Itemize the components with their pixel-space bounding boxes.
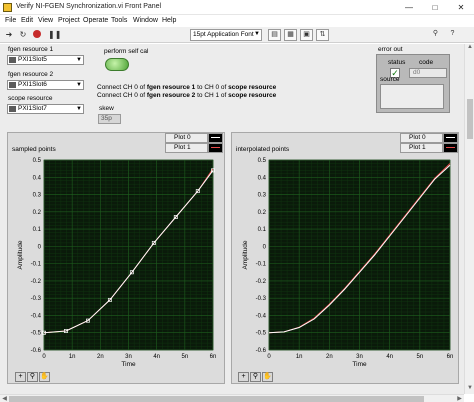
scope-resource-value: PXI1Slot7 — [18, 105, 47, 112]
instruction-line-2: Connect CH 0 of fgen resource 2 to CH 1 … — [97, 92, 276, 99]
right-graph-title: interpolated points — [236, 146, 290, 153]
left-graph-palette: + ⚲ ✋ — [15, 372, 51, 384]
pan-hand-icon[interactable]: ✋ — [39, 372, 50, 382]
instruction-text: scope resource — [228, 92, 277, 99]
perform-self-cal-label: perform self cal — [104, 48, 149, 55]
error-code-value: d0 — [413, 69, 421, 76]
pause-icon[interactable]: ❚❚ — [48, 30, 61, 40]
menu-window[interactable]: Window — [133, 17, 158, 24]
vertical-scroll-thumb[interactable] — [467, 99, 473, 139]
right-graph-palette: + ⚲ ✋ — [238, 372, 274, 384]
legend-label: Plot 1 — [409, 144, 426, 151]
scope-resource-control[interactable]: PXI1Slot7 ▼ — [7, 104, 84, 114]
menu-bar: File Edit View Project Operate Tools Win… — [0, 15, 474, 27]
help-icon[interactable]: ? — [446, 29, 459, 41]
plot-1-swatch[interactable] — [208, 143, 223, 153]
menu-help[interactable]: Help — [162, 17, 176, 24]
menu-tools[interactable]: Tools — [111, 17, 127, 24]
labview-app-icon — [3, 3, 12, 12]
instruction-text: Connect CH 0 of — [97, 84, 147, 91]
font-select-value: 15pt Application Font — [193, 31, 254, 38]
legend-label: Plot 0 — [409, 134, 426, 141]
fgen-resource-1-control[interactable]: PXI1Slot5 ▼ — [7, 55, 84, 65]
menu-view[interactable]: View — [38, 17, 53, 24]
fgen-resource-1-value: PXI1Slot5 — [18, 56, 47, 63]
title-bar: Verify NI-FGEN Synchronization.vi Front … — [0, 0, 474, 15]
legend-label: Plot 1 — [174, 144, 191, 151]
error-source-label: source — [380, 76, 400, 83]
instruction-text: Connect CH 0 of — [97, 92, 147, 99]
perform-self-cal-button[interactable] — [105, 58, 129, 71]
close-icon[interactable]: ✕ — [448, 0, 474, 15]
toolbar: ➜ ↻ ❚❚ 15pt Application Font ▼ ▤ ▦ ▣ ⇅ ⚲… — [0, 27, 474, 43]
instruction-line-1: Connect CH 0 of fgen resource 1 to CH 0 … — [97, 84, 276, 91]
plot-0-swatch[interactable] — [443, 133, 458, 143]
chevron-down-icon: ▼ — [254, 31, 260, 37]
menu-operate[interactable]: Operate — [83, 17, 108, 24]
menu-file[interactable]: File — [5, 17, 16, 24]
cursor-mode-icon[interactable]: + — [238, 372, 249, 382]
instruction-text: fgen resource 2 — [146, 92, 196, 99]
right-legend-plot-0[interactable]: Plot 0 — [400, 133, 458, 143]
align-icon[interactable]: ▤ — [268, 29, 281, 41]
cursor-mode-icon[interactable]: + — [15, 372, 26, 382]
legend-label: Plot 0 — [174, 134, 191, 141]
error-source-indicator — [380, 84, 444, 109]
vertical-scrollbar[interactable]: ▲ ▼ — [464, 44, 474, 394]
fgen-resource-1-label: fgen resource 1 — [8, 46, 54, 53]
instruction-text: to CH 0 of — [195, 84, 229, 91]
scroll-up-icon[interactable]: ▲ — [465, 44, 474, 53]
instruction-text: to CH 1 of — [195, 92, 229, 99]
search-icon[interactable]: ⚲ — [429, 29, 442, 41]
right-legend-plot-1[interactable]: Plot 1 — [400, 143, 458, 153]
instruction-text: fgen resource 1 — [146, 84, 196, 91]
chevron-down-icon: ▼ — [76, 82, 82, 88]
run-continuously-icon[interactable]: ↻ — [18, 30, 28, 40]
maximize-icon[interactable]: □ — [422, 0, 448, 15]
zoom-icon[interactable]: ⚲ — [27, 372, 38, 382]
fgen-resource-2-value: PXI1Slot6 — [18, 81, 47, 88]
io-resource-icon — [9, 57, 16, 63]
font-select[interactable]: 15pt Application Font ▼ — [190, 29, 262, 41]
plot-1-swatch[interactable] — [443, 143, 458, 153]
error-out-label: error out — [378, 46, 403, 53]
pan-hand-icon[interactable]: ✋ — [262, 372, 273, 382]
fgen-resource-2-control[interactable]: PXI1Slot6 ▼ — [7, 80, 84, 90]
error-code-indicator: d0 — [409, 68, 447, 78]
minimize-icon[interactable]: — — [396, 0, 422, 15]
zoom-icon[interactable]: ⚲ — [250, 372, 261, 382]
abort-icon[interactable] — [32, 30, 42, 40]
instruction-text: scope resource — [228, 84, 277, 91]
sampled-points-graph — [7, 132, 225, 384]
resize-icon[interactable]: ▣ — [300, 29, 313, 41]
skew-indicator: 35p — [98, 114, 121, 124]
error-code-label: code — [419, 59, 434, 66]
io-resource-icon — [9, 82, 16, 88]
io-resource-icon — [9, 106, 16, 112]
menu-edit[interactable]: Edit — [21, 17, 33, 24]
distribute-icon[interactable]: ▦ — [284, 29, 297, 41]
interpolated-points-graph — [231, 132, 459, 384]
menu-project[interactable]: Project — [58, 17, 80, 24]
window-title: Verify NI-FGEN Synchronization.vi Front … — [16, 3, 162, 10]
scroll-right-icon[interactable]: ▶ — [455, 395, 464, 402]
skew-label: skew — [99, 105, 114, 112]
chevron-down-icon: ▼ — [76, 57, 82, 63]
scroll-down-icon[interactable]: ▼ — [465, 385, 474, 394]
plot-0-swatch[interactable] — [208, 133, 223, 143]
horizontal-scrollbar[interactable]: ◀ ▶ — [0, 394, 464, 402]
fgen-resource-2-label: fgen resource 2 — [8, 71, 54, 78]
scope-resource-label: scope resource — [8, 95, 53, 102]
skew-value: 35p — [101, 115, 112, 122]
scroll-left-icon[interactable]: ◀ — [0, 395, 9, 402]
run-arrow-icon[interactable]: ➜ — [4, 30, 14, 40]
error-status-label: status — [388, 59, 406, 66]
horizontal-scroll-thumb[interactable] — [9, 396, 424, 402]
reorder-icon[interactable]: ⇅ — [316, 29, 329, 41]
chevron-down-icon: ▼ — [76, 106, 82, 112]
left-legend-plot-0[interactable]: Plot 0 — [165, 133, 223, 143]
left-graph-title: sampled points — [12, 146, 56, 153]
left-legend-plot-1[interactable]: Plot 1 — [165, 143, 223, 153]
